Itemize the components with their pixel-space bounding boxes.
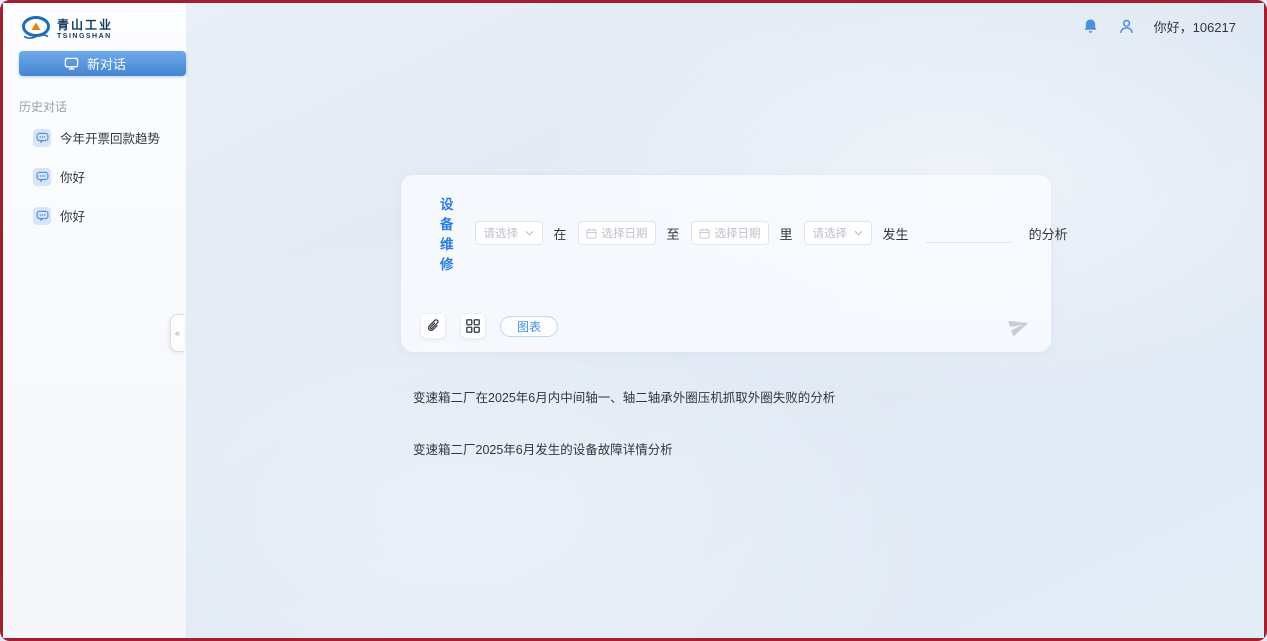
history-item[interactable]: 你好	[3, 199, 186, 232]
suggestion-item[interactable]: 变速箱二厂2025年6月发生的设备故障详情分析	[413, 439, 835, 458]
history-list: 今年开票回款趋势 你好 你好	[3, 121, 186, 238]
grid-icon	[465, 318, 481, 334]
chat-bubble-icon	[33, 168, 51, 186]
suggestion-item[interactable]: 变速箱二厂在2025年6月内中间轴一、轴二轴承外圈压机抓取外圈失败的分析	[413, 387, 835, 406]
paperclip-icon	[425, 318, 442, 335]
chat-bubble-icon	[33, 207, 51, 225]
collapse-chevrons-icon: «	[175, 328, 180, 338]
chat-bubble-icon	[33, 129, 51, 147]
history-item-label: 今年开票回款趋势	[60, 128, 160, 147]
history-item-label: 你好	[60, 206, 85, 225]
sidebar-collapse-button[interactable]: «	[170, 314, 184, 352]
tsingshan-logo-icon	[21, 15, 51, 41]
history-item[interactable]: 今年开票回款趋势	[3, 121, 186, 154]
notification-bell-icon[interactable]	[1082, 18, 1100, 36]
user-avatar-icon[interactable]	[1118, 18, 1136, 36]
history-item[interactable]: 你好	[3, 160, 186, 193]
chat-screen-icon	[64, 56, 79, 71]
suggestion-list: 变速箱二厂在2025年6月内中间轴一、轴二轴承外圈压机抓取外圈失败的分析 变速箱…	[413, 387, 835, 491]
new-chat-button[interactable]: 新对话	[19, 51, 186, 76]
send-button[interactable]	[1006, 313, 1032, 339]
send-plane-icon	[1005, 312, 1033, 340]
history-section-title: 历史对话	[19, 98, 67, 115]
composer-toolbar: 图表	[420, 313, 1032, 339]
new-chat-label: 新对话	[87, 54, 126, 73]
word-analysis-suffix: 的分析	[1029, 224, 1068, 243]
composer-input-area[interactable]	[421, 231, 1031, 307]
sidebar: 青山工业 TSINGSHAN 新对话 历史对话 今年开票回款趋势	[3, 3, 186, 638]
chart-toggle-button[interactable]: 图表	[500, 316, 558, 337]
apps-grid-button[interactable]	[460, 313, 486, 339]
attach-file-button[interactable]	[420, 313, 446, 339]
brand-logo: 青山工业 TSINGSHAN	[21, 15, 113, 41]
user-greeting: 你好，106217	[1154, 17, 1236, 36]
app-root: { "brand": { "name": "青山工业", "name_en": …	[0, 0, 1267, 641]
brand-name-en: TSINGSHAN	[57, 33, 113, 40]
history-item-label: 你好	[60, 167, 85, 186]
composer-card: 设备维修 请选择 在 选择日期 至 选择日期 里 请选	[401, 175, 1051, 352]
main-area: 你好，106217 设备维修 请选择 在 选择日期 至 选择日期	[186, 3, 1264, 638]
topbar: 你好，106217	[1082, 17, 1236, 36]
brand-name: 青山工业	[57, 16, 113, 33]
